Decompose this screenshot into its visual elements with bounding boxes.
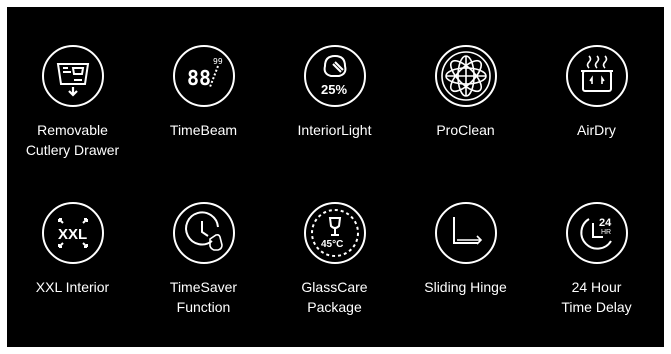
timebeam-digits: 88 (187, 66, 211, 90)
sliding-hinge-icon (434, 201, 498, 265)
feature-label: GlassCare Package (301, 279, 368, 315)
glasscare-temp: 45°C (321, 239, 343, 250)
feature-timebeam: 88 99 TimeBeam (138, 44, 269, 140)
feature-24-hour-time-delay: 24 HR 24 Hour Time Delay (531, 201, 662, 317)
feature-interior-light: 25% InteriorLight (269, 44, 400, 140)
feature-xxl-interior: XXL XXL Interior (7, 201, 138, 297)
feature-label: ProClean (436, 122, 495, 138)
feature-label: XXL Interior (35, 279, 110, 295)
timebeam-icon: 88 99 (172, 44, 236, 108)
delay-hours: 24 (599, 217, 612, 229)
light-percent: 25% (321, 82, 347, 97)
time-delay-icon: 24 HR (565, 201, 629, 265)
xxl-text: XXL (58, 226, 87, 243)
feature-label: Removable Cutlery Drawer (25, 122, 120, 158)
feature-label: TimeBeam (169, 122, 238, 138)
airdry-icon (565, 44, 629, 108)
feature-label: AirDry (577, 122, 616, 138)
cutlery-drawer-icon (41, 44, 105, 108)
feature-label: Sliding Hinge (424, 279, 507, 295)
interior-light-icon: 25% (303, 44, 367, 108)
feature-label: InteriorLight (297, 122, 372, 138)
feature-label: TimeSaver Function (169, 279, 238, 315)
feature-label: 24 Hour Time Delay (561, 279, 632, 315)
features-panel: Removable Cutlery Drawer 88 99 TimeBeam … (7, 7, 664, 347)
xxl-interior-icon: XXL (41, 201, 105, 265)
feature-removable-cutlery-drawer: Removable Cutlery Drawer (7, 44, 138, 160)
proclean-icon (434, 44, 498, 108)
timebeam-small-digits: 99 (213, 57, 223, 66)
feature-proclean: ProClean (400, 44, 531, 140)
feature-timesaver-function: TimeSaver Function (138, 201, 269, 317)
feature-airdry: AirDry (531, 44, 662, 140)
delay-unit: HR (601, 229, 611, 236)
timesaver-icon (172, 201, 236, 265)
feature-glasscare-package: 45°C GlassCare Package (269, 201, 400, 317)
glasscare-icon: 45°C (303, 201, 367, 265)
feature-sliding-hinge: Sliding Hinge (400, 201, 531, 297)
